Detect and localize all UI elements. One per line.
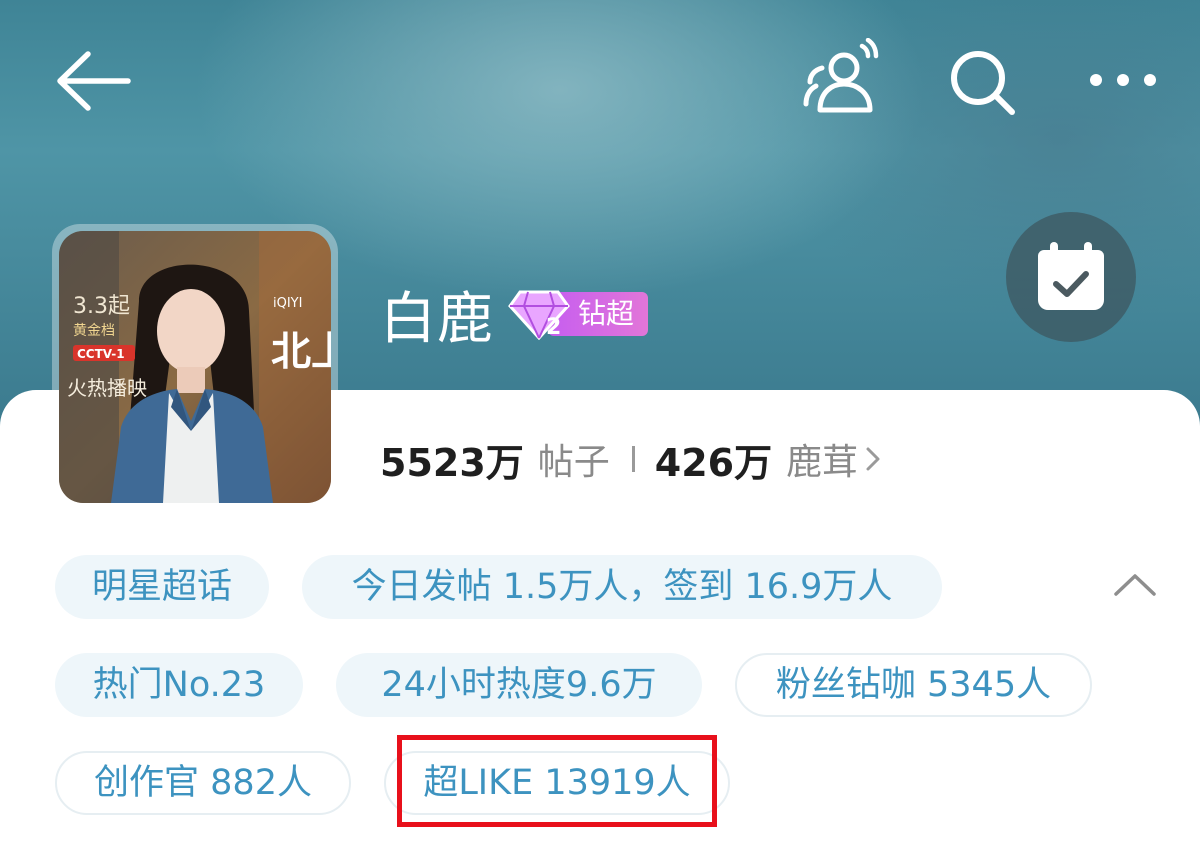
tag-chip[interactable]: 明星超话 [55,555,269,619]
more-icon[interactable] [1082,60,1164,100]
tag-chip[interactable]: 24小时热度9.6万 [336,653,702,717]
poster-broadcast: 火热播映 [67,376,147,400]
stats-divider [631,446,635,472]
highlight-box [397,735,717,827]
poster-slot: 黄金档 [73,322,115,339]
level-badge[interactable]: 2 钻超 [508,290,649,340]
tag-chip[interactable]: 创作官 882人 [55,751,351,815]
diamond-icon: 2 [508,290,570,340]
search-icon[interactable] [944,44,1020,120]
tag-chip[interactable]: 粉丝钻咖 5345人 [735,653,1092,717]
badge-level: 2 [546,315,561,340]
posts-label: 帖子 [537,442,610,483]
stats-row[interactable]: 5523万 帖子 426万 鹿茸 [380,432,882,486]
chevron-right-icon [866,447,880,471]
back-arrow-icon[interactable] [52,48,134,114]
title-row: 白鹿 2 钻超 [380,276,649,352]
fans-label: 鹿茸 [786,442,859,483]
fans-count: 426万 [654,440,773,485]
people-icon[interactable] [800,38,880,118]
tag-chip[interactable]: 热门No.23 [55,653,303,717]
poster-platform: iQIYI [273,296,302,311]
posts-count: 5523万 [380,440,524,485]
poster-image: 3.3起 黄金档 CCTV-1 火热播映 iQIYI 北上 [59,231,331,503]
checkin-button[interactable] [1006,212,1136,342]
chevron-up-icon[interactable] [1112,570,1158,600]
poster-date: 3.3起 [73,294,130,319]
tag-chip[interactable]: 今日发帖 1.5万人，签到 16.9万人 [302,555,942,619]
topic-title: 白鹿 [380,286,494,352]
poster-channel: CCTV-1 [77,347,125,361]
poster-show-title: 北上 [271,328,331,375]
topic-avatar[interactable]: 3.3起 黄金档 CCTV-1 火热播映 iQIYI 北上 [52,224,338,510]
calendar-check-icon [1038,242,1104,310]
